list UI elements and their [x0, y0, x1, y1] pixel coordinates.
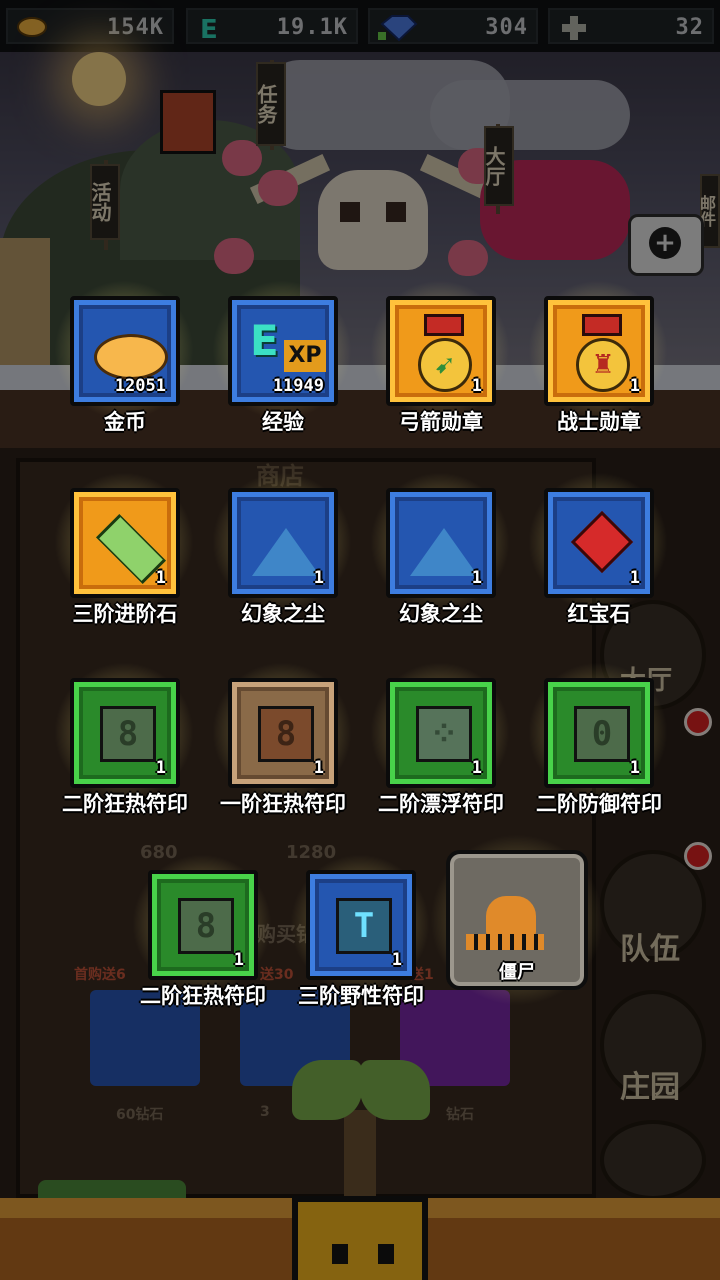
unit-card-zombie[interactable]: 僵尸 — [430, 834, 604, 1006]
item-count: 12051 — [114, 376, 166, 396]
item-frame: T1 — [306, 870, 416, 980]
item-name: 三阶野性符印 — [298, 984, 424, 1008]
medal-ribbon-icon — [582, 314, 622, 336]
item-frame: E XP 11949 — [228, 296, 338, 406]
rune-seal-icon: ⁘ — [416, 706, 472, 762]
item-count: 1 — [471, 376, 482, 396]
item-frame: 1 — [544, 488, 654, 598]
item-frame: ➹ 1 — [386, 296, 496, 406]
item-frame: 12051 — [70, 296, 180, 406]
item-count: 1 — [313, 568, 324, 588]
rune-seal-icon: 8 — [258, 706, 314, 762]
item-frame: 1 — [386, 488, 496, 598]
item-frame: 1 — [70, 488, 180, 598]
item-frame: 81 — [148, 870, 258, 980]
gold-coin-icon — [94, 334, 168, 380]
item-frame: 81 — [70, 678, 180, 788]
item-count: 1 — [629, 376, 640, 396]
item-frame: ♜ 1 — [544, 296, 654, 406]
item-frame: ⁘ 1 — [386, 678, 496, 788]
rune-seal-icon: 0 — [574, 706, 630, 762]
item-count: 1 — [155, 758, 166, 778]
item-count: 1 — [233, 950, 244, 970]
rune-seal-icon: 8 — [178, 898, 234, 954]
item-count: 11949 — [272, 376, 324, 396]
medal-disc-icon: ♜ — [576, 338, 630, 392]
zombie-icon — [486, 896, 536, 936]
game-scene: 154K E 19.1K 304 32 任务 活动 大厅 邮件 + 队伍 庄园 … — [0, 0, 720, 1280]
item-name: 战士勋章 — [557, 410, 641, 434]
rune-seal-icon: 8 — [100, 706, 156, 762]
medal-disc-icon: ➹ — [418, 338, 472, 392]
item-frame: 81 — [228, 678, 338, 788]
ruby-icon — [570, 510, 634, 574]
reward-overlay[interactable] — [0, 0, 720, 1280]
item-count: 1 — [471, 568, 482, 588]
tank-tread-icon — [466, 934, 544, 950]
item-name: 二阶防御符印 — [536, 792, 662, 816]
item-frame: 1 — [228, 488, 338, 598]
unit-card-frame: 僵尸 — [446, 850, 588, 990]
item-count: 1 — [629, 758, 640, 778]
exp-xp-icon: XP — [284, 340, 326, 372]
item-count: 1 — [471, 758, 482, 778]
item-count: 1 — [313, 758, 324, 778]
rune-seal-icon: T — [336, 898, 392, 954]
item-name: 红宝石 — [567, 602, 631, 626]
unit-card-name: 僵尸 — [499, 962, 535, 983]
illusion-dust-icon — [410, 528, 478, 576]
item-frame: 01 — [544, 678, 654, 788]
item-count: 1 — [391, 950, 402, 970]
item-count: 1 — [155, 568, 166, 588]
illusion-dust-icon — [252, 528, 320, 576]
item-count: 1 — [629, 568, 640, 588]
medal-ribbon-icon — [424, 314, 464, 336]
